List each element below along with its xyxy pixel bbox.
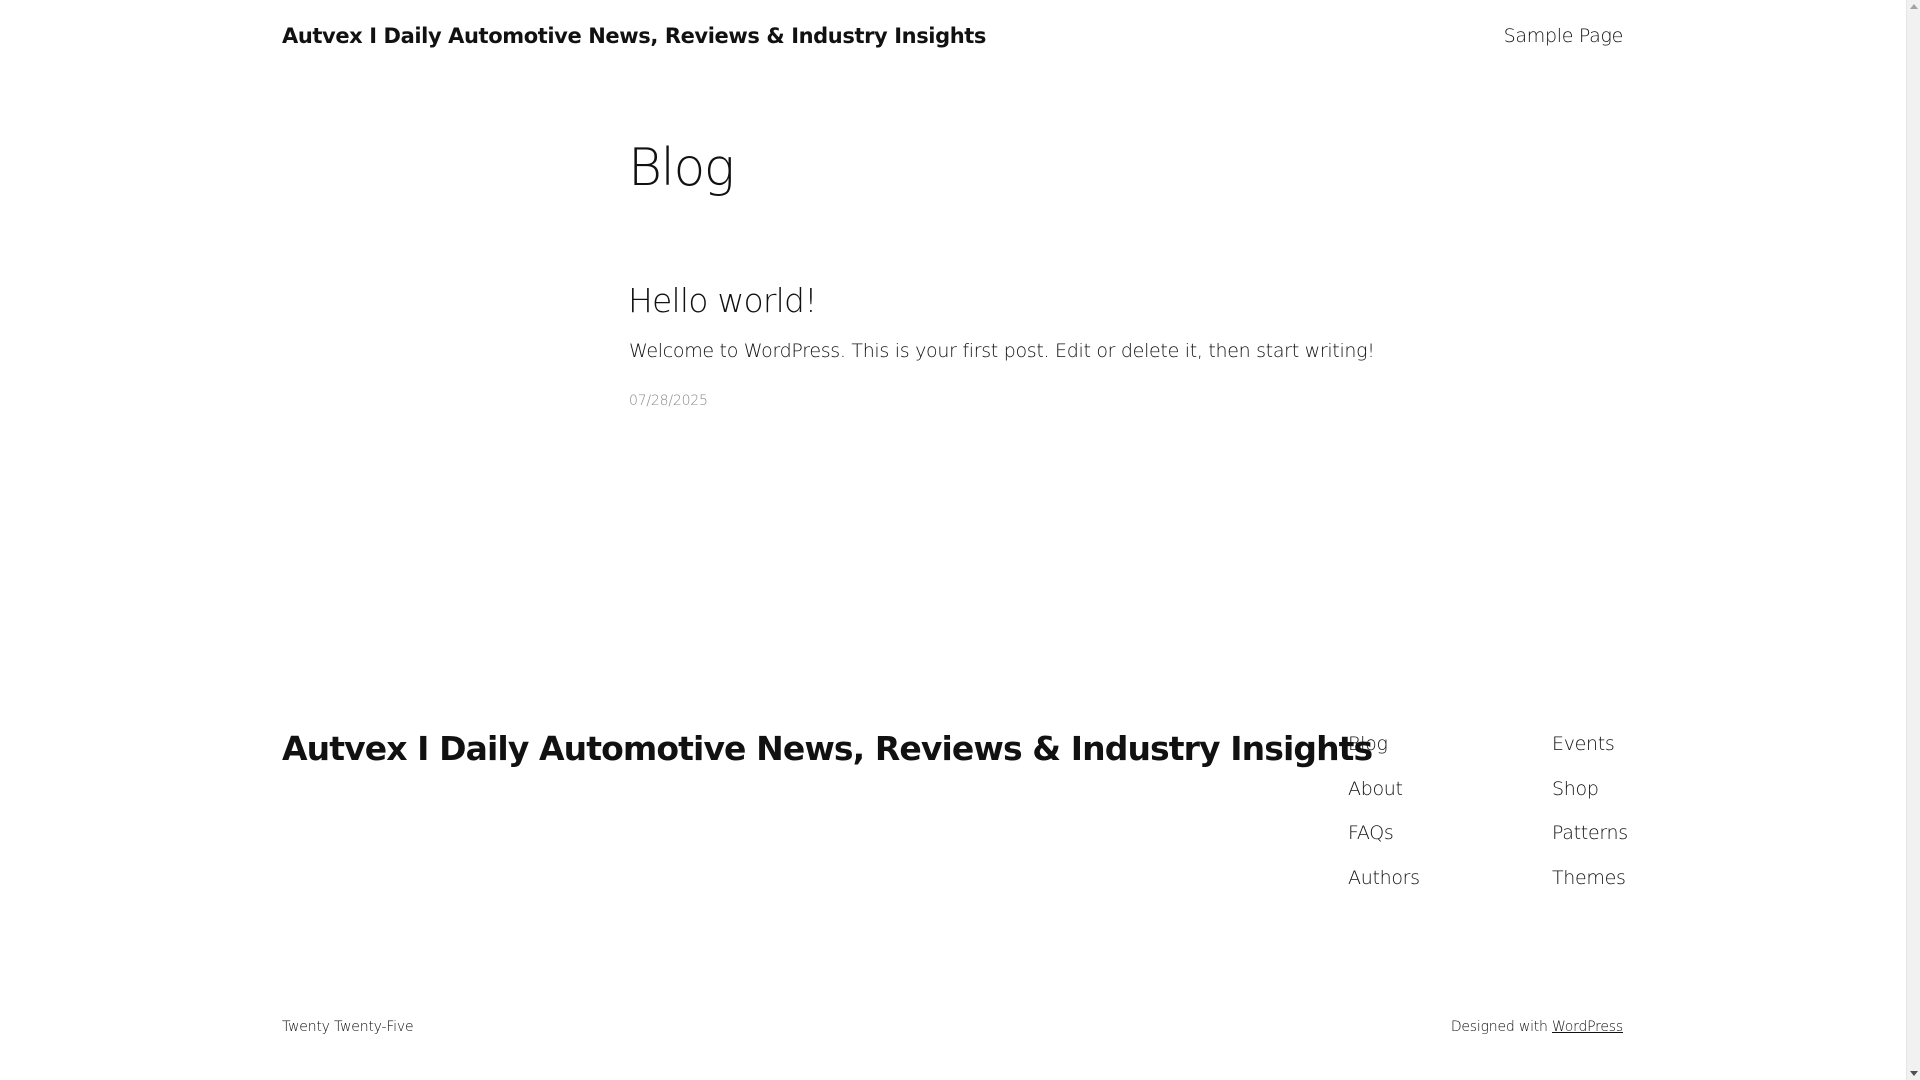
page: Autvex I Daily Automotive News, Reviews … [0, 0, 1906, 1080]
site-title-link[interactable]: Autvex I Daily Automotive News, Reviews … [282, 24, 986, 48]
footer-link-themes[interactable]: Themes [1552, 864, 1628, 909]
post-date: 07/28/2025 [629, 393, 708, 409]
post-title-link[interactable]: Hello world! [628, 281, 817, 320]
designed-with-text: Designed with [1450, 1019, 1552, 1035]
nav-item-sample-page[interactable]: Sample Page [1504, 25, 1624, 47]
footer-nav-column-1: Blog About FAQs Authors [1348, 730, 1420, 908]
footer-link-authors[interactable]: Authors [1348, 864, 1420, 909]
header-nav: Sample Page [1504, 25, 1624, 47]
post-excerpt: Welcome to WordPress. This is your first… [629, 340, 1375, 362]
footer-link-faqs[interactable]: FAQs [1348, 819, 1420, 864]
footer-site-title: Autvex I Daily Automotive News, Reviews … [282, 727, 1373, 771]
scroll-up-arrow-icon[interactable] [1910, 4, 1918, 9]
footer-link-shop[interactable]: Shop [1552, 775, 1628, 820]
footer-nav-column-2: Events Shop Patterns Themes [1552, 730, 1628, 908]
post-title: Hello world! [628, 280, 817, 322]
designed-with-credit: Designed with WordPress [1451, 1019, 1623, 1035]
footer-link-about[interactable]: About [1348, 775, 1420, 820]
post-date-link[interactable]: 07/28/2025 [629, 393, 708, 409]
vertical-scrollbar[interactable] [1906, 0, 1920, 1080]
footer-link-blog[interactable]: Blog [1348, 730, 1420, 775]
wordpress-link[interactable]: WordPress [1552, 1019, 1623, 1035]
page-title: Blog [628, 138, 735, 198]
theme-credit: Twenty Twenty-Five [282, 1019, 414, 1035]
site-header: Autvex I Daily Automotive News, Reviews … [282, 20, 1623, 52]
footer-site-title-link[interactable]: Autvex I Daily Automotive News, Reviews … [282, 729, 1373, 768]
footer-link-patterns[interactable]: Patterns [1552, 819, 1628, 864]
scroll-down-arrow-icon[interactable] [1910, 1071, 1918, 1076]
footer-link-events[interactable]: Events [1552, 730, 1628, 775]
